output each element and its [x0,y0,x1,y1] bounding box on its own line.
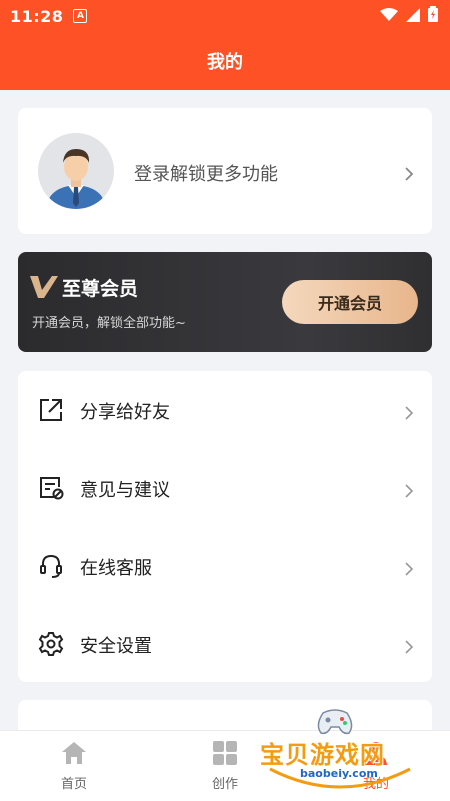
share-icon [38,397,64,423]
gear-icon [38,631,64,657]
menu-item-label: 意见与建议 [80,480,170,501]
menu-item-support[interactable]: 在线客服 [18,527,432,604]
vip-v-icon [30,276,58,302]
login-card[interactable]: 登录解锁更多功能 [18,108,432,234]
watermark-url: baobeiy.com [300,767,378,780]
page-title-bar: 我的 [0,32,450,90]
status-bar: 11:28 A [0,0,450,32]
wifi-icon [380,7,398,26]
menu-item-share[interactable]: 分享给好友 [18,371,432,448]
open-vip-button[interactable]: 开通会员 [282,280,418,324]
grid-icon [213,741,237,769]
menu-item-label: 安全设置 [80,636,152,657]
menu-item-security[interactable]: 安全设置 [18,605,432,682]
vip-banner: 至尊会员 开通会员，解锁全部功能~ 开通会员 [18,252,432,352]
nav-home[interactable]: 首页 [34,741,114,792]
gamepad-icon [317,709,353,735]
home-icon [61,742,87,769]
chevron-right-icon [404,405,414,420]
menu-item-feedback[interactable]: 意见与建议 [18,449,432,526]
nav-create[interactable]: 创作 [185,741,265,792]
status-time: 11:28 [10,6,64,26]
menu-item-label: 分享给好友 [80,402,170,423]
login-prompt[interactable]: 登录解锁更多功能 [134,160,278,186]
vip-subtitle: 开通会员，解锁全部功能~ [32,316,186,331]
menu-item-label: 在线客服 [80,558,152,579]
chevron-right-icon [404,483,414,498]
watermark-text: 宝贝游戏网 [260,741,385,769]
nav-label: 创作 [211,777,238,792]
feedback-icon [38,475,64,501]
battery-icon [428,6,438,26]
avatar[interactable] [38,133,114,209]
chevron-right-icon [404,561,414,576]
signal-icon [406,7,420,26]
headset-icon [38,553,64,579]
chevron-right-icon [404,639,414,654]
chevron-right-icon [404,166,414,181]
notification-badge: A [73,9,88,23]
page-title: 我的 [207,52,243,73]
watermark: 宝贝游戏网 baobeiy.com [260,705,420,800]
menu-list: 分享给好友 意见与建议 在线客服 安全设置 [18,371,432,682]
nav-label: 首页 [60,777,87,792]
vip-title: 至尊会员 [62,278,139,300]
